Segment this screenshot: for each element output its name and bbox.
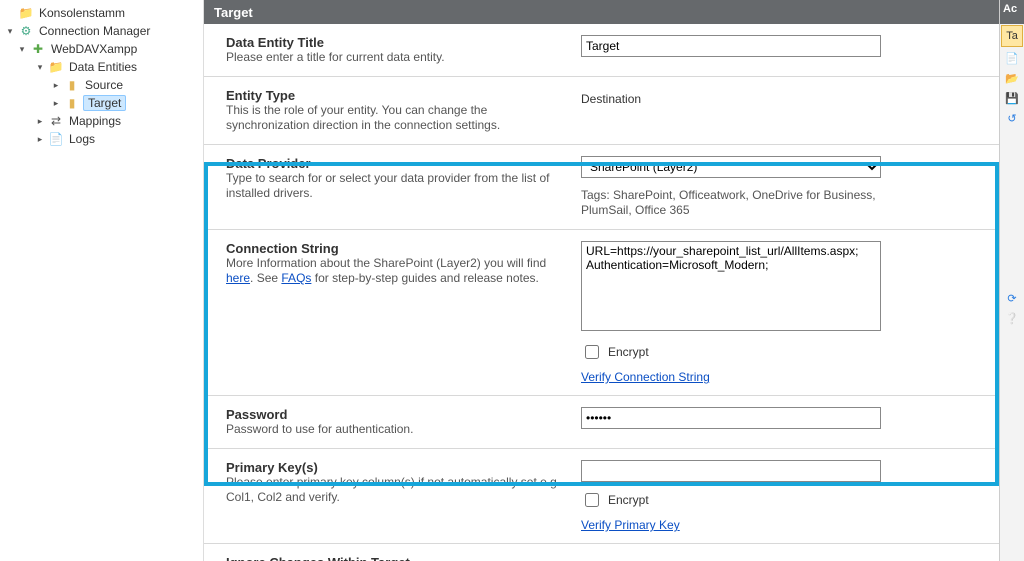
entity-type-value: Destination [581,88,971,106]
connection-string-textarea[interactable] [581,241,881,331]
action-save-icon[interactable]: 💾 [1000,88,1024,108]
field-description: More Information about the SharePoint (L… [226,256,571,286]
collapse-icon[interactable]: ▾ [16,44,28,55]
tree-item-root[interactable]: 📁 Konsolenstamm [0,4,203,22]
actions-rail: Ac Ta 📄 📂 💾 ↺ ⟳ ❔ [999,0,1024,561]
field-label: Password [226,407,571,422]
password-input[interactable] [581,407,881,429]
expand-icon[interactable]: ▸ [50,98,62,109]
folder-icon: 📁 [18,5,34,21]
tree-item-source[interactable]: ▸ ▮ Source [0,76,203,94]
tree-label: Target [83,95,126,111]
expand-icon[interactable]: ▸ [50,80,62,91]
data-provider-select[interactable]: SharePoint (Layer2) [581,156,881,178]
actions-header: Ac [1000,0,1024,24]
tree-label: Source [83,78,125,92]
section-data-entity-title: Data Entity Title Please enter a title f… [204,24,999,77]
action-open-icon[interactable]: 📂 [1000,68,1024,88]
database-icon: ▮ [64,77,80,93]
field-label: Entity Type [226,88,571,103]
tree-label: Konsolenstamm [37,6,127,20]
tree-item-logs[interactable]: ▸ 📄 Logs [0,130,203,148]
section-data-provider: Data Provider Type to search for or sele… [204,145,999,230]
field-label: Primary Key(s) [226,460,571,475]
encrypt-connection-checkbox[interactable] [585,345,599,359]
field-label: Data Provider [226,156,571,171]
field-label: Connection String [226,241,571,256]
action-undo-icon[interactable]: ↺ [1000,108,1024,128]
here-link[interactable]: here [226,271,250,285]
field-description: Password to use for authentication. [226,422,571,437]
tree-item-connection-manager[interactable]: ▾ ⚙ Connection Manager [0,22,203,40]
gear-icon: ⚙ [18,23,34,39]
actions-tab[interactable]: Ta [1001,25,1023,47]
desc-text: for step-by-step guides and release note… [311,271,538,285]
field-label: Ignore Changes Within Target [226,555,571,561]
encrypt-label: Encrypt [608,345,649,359]
action-refresh-icon[interactable]: ⟳ [1000,288,1024,308]
logs-icon: 📄 [48,131,64,147]
field-label: Data Entity Title [226,35,571,50]
collapse-icon[interactable]: ▾ [34,62,46,73]
section-connection-string: Connection String More Information about… [204,230,999,396]
desc-text: . See [250,271,281,285]
faqs-link[interactable]: FAQs [281,271,311,285]
section-password: Password Password to use for authenticat… [204,396,999,449]
tree-label: WebDAVXampp [49,42,139,56]
tree-label: Logs [67,132,97,146]
section-entity-type: Entity Type This is the role of your ent… [204,77,999,145]
primary-key-input[interactable] [581,460,881,482]
action-help-icon[interactable]: ❔ [1000,308,1024,328]
action-new-icon[interactable]: 📄 [1000,48,1024,68]
puzzle-icon: ✚ [30,41,46,57]
field-description: Type to search for or select your data p… [226,171,571,201]
encrypt-primary-key-checkbox[interactable] [585,493,599,507]
verify-connection-link[interactable]: Verify Connection String [581,370,710,384]
verify-primary-key-link[interactable]: Verify Primary Key [581,518,680,532]
field-description: This is the role of your entity. You can… [226,103,571,133]
tree-label: Mappings [67,114,123,128]
section-ignore-changes: Ignore Changes Within Target If you are … [204,544,999,561]
form-body: Data Entity Title Please enter a title f… [204,24,999,561]
panel-title: Target [214,5,253,20]
field-description: Please enter a title for current data en… [226,50,571,65]
tree-item-target[interactable]: ▸ ▮ Target [0,94,203,112]
folder-icon: 📁 [48,59,64,75]
field-description: Please enter primary key column(s) if no… [226,475,571,505]
desc-text: More Information about the SharePoint (L… [226,256,546,270]
database-icon: ▮ [64,95,80,111]
main-panel: Target Data Entity Title Please enter a … [203,0,999,561]
navigation-tree: 📁 Konsolenstamm ▾ ⚙ Connection Manager ▾… [0,0,203,561]
data-entity-title-input[interactable] [581,35,881,57]
tree-item-connection[interactable]: ▾ ✚ WebDAVXampp [0,40,203,58]
encrypt-label: Encrypt [608,493,649,507]
panel-header: Target [204,0,999,24]
tree-label: Connection Manager [37,24,152,38]
mappings-icon: ⇄ [48,113,64,129]
collapse-icon[interactable]: ▾ [4,26,16,37]
tree-label: Data Entities [67,60,139,74]
tree-item-mappings[interactable]: ▸ ⇄ Mappings [0,112,203,130]
actions-tab-label: Ta [1006,30,1018,42]
expand-icon[interactable]: ▸ [34,116,46,127]
expand-icon[interactable]: ▸ [34,134,46,145]
data-provider-tags: Tags: SharePoint, Officeatwork, OneDrive… [581,188,881,218]
tree-item-data-entities[interactable]: ▾ 📁 Data Entities [0,58,203,76]
section-primary-key: Primary Key(s) Please enter primary key … [204,449,999,544]
